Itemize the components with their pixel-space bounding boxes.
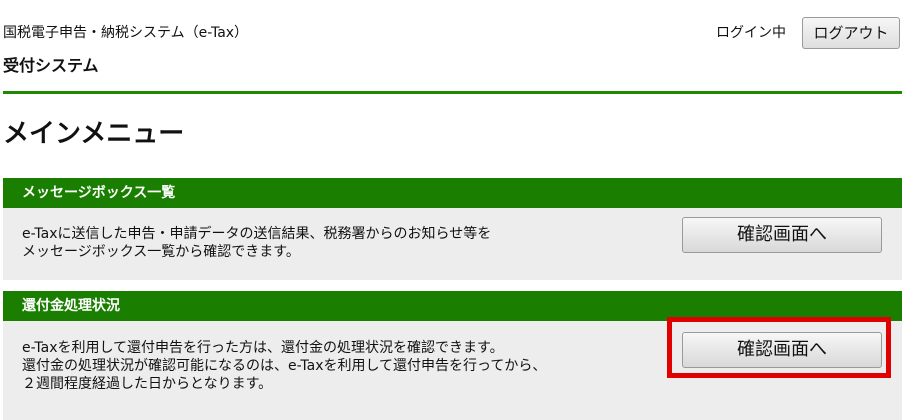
section-body: e-Taxに送信した申告・申請データの送信結果、税務署からのお知らせ等を メッセ… (3, 208, 902, 280)
refund-status-confirm-button[interactable]: 確認画面へ (682, 332, 882, 368)
page-title: メインメニュー (3, 119, 185, 149)
message-box-confirm-button[interactable]: 確認画面へ (682, 217, 882, 253)
description-line: メッセージボックス一覧から確認できます。 (22, 244, 300, 260)
section-description: e-Taxを利用して還付申告を行った方は、還付金の処理状況を確認できます。 還付… (22, 339, 546, 393)
page: 国税電子申告・納税システム（e-Tax） 受付システム ログイン中 ログアウト … (0, 0, 910, 420)
system-name: 国税電子申告・納税システム（e-Tax） (3, 25, 249, 41)
section-description: e-Taxに送信した申告・申請データの送信結果、税務署からのお知らせ等を メッセ… (22, 225, 491, 261)
section-heading: 還付金処理状況 (3, 291, 902, 321)
logout-button[interactable]: ログアウト (802, 17, 900, 49)
description-line: 還付金の処理状況が確認可能になるのは、e-Taxを利用して還付申告を行ってから、 (22, 358, 547, 374)
section-body: e-Taxを利用して還付申告を行った方は、還付金の処理状況を確認できます。 還付… (3, 321, 902, 420)
description-line: e-Taxを利用して還付申告を行った方は、還付金の処理状況を確認できます。 (22, 340, 504, 356)
login-status: ログイン中 (716, 25, 786, 41)
page-header: 国税電子申告・納税システム（e-Tax） 受付システム ログイン中 ログアウト (0, 0, 910, 96)
message-box-section: メッセージボックス一覧 e-Taxに送信した申告・申請データの送信結果、税務署か… (3, 178, 902, 280)
refund-status-section: 還付金処理状況 e-Taxを利用して還付申告を行った方は、還付金の処理状況を確認… (3, 291, 902, 420)
section-heading: メッセージボックス一覧 (3, 178, 902, 208)
description-line: e-Taxに送信した申告・申請データの送信結果、税務署からのお知らせ等を (22, 226, 492, 242)
header-divider (3, 91, 902, 94)
sub-system-title: 受付システム (3, 56, 99, 75)
description-line: ２週間程度経過した日からとなります。 (22, 376, 273, 392)
